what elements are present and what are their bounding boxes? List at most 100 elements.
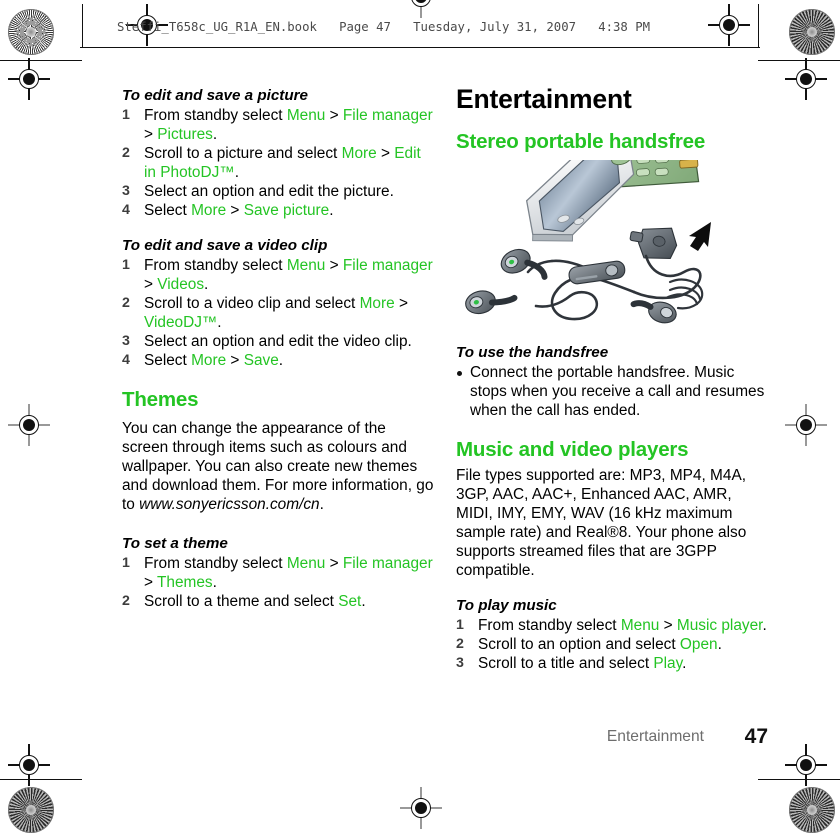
trim-line-top-right xyxy=(758,60,840,62)
text-run: . xyxy=(212,126,218,144)
registration-mark-corner-right xyxy=(785,58,827,100)
procedure-title-use-handsfree: To use the handsfree xyxy=(456,343,609,361)
text-run: Scroll to a picture and select xyxy=(144,145,342,163)
procedure-step: 1 From standby select Menu > Music player… xyxy=(456,616,768,635)
text-run: . xyxy=(762,616,767,634)
text-run: From standby select xyxy=(144,107,287,124)
text-run: . xyxy=(361,592,366,610)
menu-path-token: Play xyxy=(653,654,683,672)
procedure-steps-play-music: 1 From standby select Menu > Music player… xyxy=(456,616,768,673)
header-rule-left xyxy=(82,4,84,48)
registration-mark-corner-left xyxy=(8,58,50,100)
menu-path-token: More xyxy=(191,202,227,220)
procedure-title-edit-save-picture: To edit and save a picture xyxy=(122,87,308,104)
text-run: > xyxy=(325,554,343,572)
url-text: www.sonyericsson.com/cn xyxy=(139,496,320,514)
menu-path-token: Menu xyxy=(620,616,660,634)
procedure-step: 3 Select an option and edit the video cli… xyxy=(122,332,434,351)
text-run: > xyxy=(376,145,395,163)
text-run: . xyxy=(329,202,334,220)
themes-body-text: You can change the appearance of the scr… xyxy=(122,419,434,514)
step-number: 1 xyxy=(122,107,130,123)
text-run: Select an option and edit the video clip… xyxy=(144,332,412,350)
step-number: 1 xyxy=(122,256,130,273)
procedure-step: 1 From standby select Menu > File manager… xyxy=(122,256,434,294)
procedure-step: 3 Select an option and edit the picture. xyxy=(122,182,434,201)
text-run: . xyxy=(319,496,324,514)
procedure-steps-edit-save-picture: 1 From standby select Menu > File manager… xyxy=(122,106,434,221)
registration-mark-bottom-right xyxy=(785,744,827,786)
handsfree-illustration xyxy=(456,159,768,335)
text-run: > xyxy=(325,256,343,274)
text-run: . xyxy=(717,635,722,653)
menu-path-token: Set xyxy=(338,592,362,610)
page-title: Entertainment xyxy=(456,84,632,114)
procedure-bullets-use-handsfree: Connect the portable handsfree. Music st… xyxy=(456,363,768,420)
text-run: Select xyxy=(144,202,192,220)
menu-path-token: File manager xyxy=(342,554,433,572)
step-number: 1 xyxy=(122,554,130,571)
step-number: 4 xyxy=(122,202,130,219)
music-video-body-text: File types supported are: MP3, MP4, M4A,… xyxy=(456,466,768,581)
text-run: > xyxy=(394,294,408,312)
bullet-item: Connect the portable handsfree. Music st… xyxy=(456,363,768,420)
menu-path-token: File manager xyxy=(342,256,433,274)
step-number: 3 xyxy=(122,183,130,200)
text-run: > xyxy=(659,616,677,634)
menu-path-token: Menu xyxy=(286,554,326,572)
text-run: > xyxy=(226,352,244,370)
step-number: 2 xyxy=(456,635,464,652)
text-run: . xyxy=(204,275,209,293)
text-run: From standby select xyxy=(144,256,287,274)
text-run: Select an option and edit the picture. xyxy=(144,183,394,201)
trim-line-bottom-left xyxy=(0,779,82,781)
procedure-step: 4 Select More > Save. xyxy=(122,351,434,370)
print-starburst-bottom-right xyxy=(789,787,835,833)
procedure-step: 2 Scroll to a picture and select More > E… xyxy=(122,144,434,182)
print-starburst-bottom-left xyxy=(8,787,54,833)
text-run: From standby select xyxy=(478,616,621,634)
text-run: From standby select xyxy=(144,554,287,572)
trim-line-bottom-right xyxy=(758,779,840,781)
page-footer: Entertainment 47 xyxy=(456,725,768,752)
menu-path-token: Menu xyxy=(286,107,326,124)
procedure-steps-set-theme: 1 From standby select Menu > File manager… xyxy=(122,554,434,611)
text-run: File types supported are: MP3, MP4, M4A,… xyxy=(456,467,747,580)
procedure-step: 3 Scroll to a title and select Play. xyxy=(456,654,768,673)
step-number: 3 xyxy=(122,332,130,349)
procedure-step: 2 Scroll to a theme and select Set. xyxy=(122,592,434,611)
text-run: Scroll to a title and select xyxy=(478,654,654,672)
left-column: To edit and save a picture 1 From standby… xyxy=(122,86,434,611)
procedure-step: 1 From standby select Menu > File manager… xyxy=(122,106,434,144)
procedure-steps-edit-save-video: 1 From standby select Menu > File manager… xyxy=(122,256,434,371)
text-run: . xyxy=(278,352,284,370)
menu-path-token: File manager xyxy=(342,107,433,124)
text-run: > xyxy=(144,275,158,293)
menu-path-token: Menu xyxy=(286,256,326,274)
section-heading-music-video-players: Music and video players xyxy=(456,438,689,462)
step-number: 3 xyxy=(456,654,464,671)
book-file-info: Steffi_T658c_UG_R1A_EN.book Page 47 Tues… xyxy=(117,20,651,34)
step-number: 2 xyxy=(122,294,130,311)
phone-headset-diagram xyxy=(465,159,711,324)
registration-mark-mid-left xyxy=(8,404,50,446)
menu-path-token: VideoDJ™ xyxy=(144,313,218,331)
menu-path-token: More xyxy=(191,352,227,370)
header-rule-right xyxy=(758,4,760,48)
text-run: . xyxy=(682,654,687,672)
menu-path-token: More xyxy=(341,145,377,163)
text-run: Scroll to a video clip and select xyxy=(144,294,360,312)
text-run: Select xyxy=(144,352,192,370)
text-run: > xyxy=(325,107,343,124)
footer-chapter-name: Entertainment xyxy=(606,728,704,745)
text-run: . xyxy=(212,573,217,591)
text-run: . xyxy=(217,313,222,331)
menu-path-token: Themes xyxy=(157,573,213,591)
text-run: Scroll to an option and select xyxy=(478,635,680,653)
registration-mark-bottom-center xyxy=(400,787,442,829)
procedure-step: 2 Scroll to a video clip and select More … xyxy=(122,294,434,332)
